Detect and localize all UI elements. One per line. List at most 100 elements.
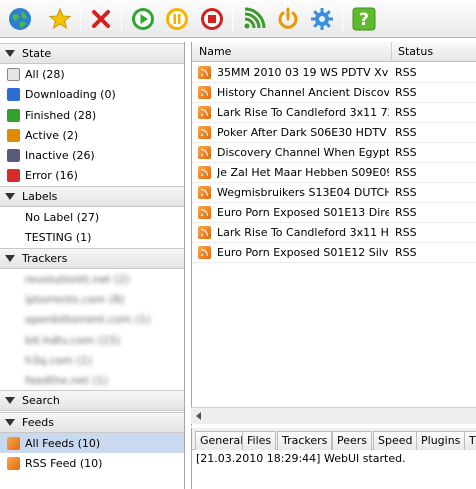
tab-files[interactable]: Files: [242, 431, 277, 450]
pause-button[interactable]: [163, 5, 191, 33]
globe-icon: [9, 8, 31, 30]
start-button[interactable]: [129, 5, 157, 33]
table-row[interactable]: Euro Porn Exposed S01E13 Director RSS: [192, 203, 476, 223]
rss-icon: [198, 106, 211, 119]
item-status: RSS: [395, 86, 417, 99]
remove-button[interactable]: [87, 5, 115, 33]
label-item-testing[interactable]: TESTING (1): [0, 227, 184, 247]
table-row[interactable]: Lark Rise To Candleford 3x11 HDTV RSS: [192, 223, 476, 243]
item-status: RSS: [395, 146, 417, 159]
table-row[interactable]: Discovery Channel When Egyptians RSS: [192, 143, 476, 163]
horizontal-scrollbar[interactable]: [191, 407, 476, 424]
trackers-header[interactable]: Trackers: [0, 248, 184, 269]
rss-icon: [198, 146, 211, 159]
item-name: Lark Rise To Candleford 3x11 720p: [217, 106, 389, 119]
table-row[interactable]: Je Zal Het Maar Hebben S09E09 DU RSS: [192, 163, 476, 183]
settings-button[interactable]: [308, 5, 336, 33]
add-torrent-button[interactable]: [46, 5, 74, 33]
collapse-triangle-icon: [5, 50, 15, 57]
table-row[interactable]: 35MM 2010 03 19 WS PDTV XviD-aAF RSS: [192, 63, 476, 83]
add-torrent-url-button[interactable]: [6, 5, 34, 33]
table-row[interactable]: Wegmisbruikers S13E04 DUTCH WS RSS: [192, 183, 476, 203]
rss-icon: [198, 126, 211, 139]
active-icon: [7, 128, 20, 142]
list-header: Name Status: [192, 42, 476, 62]
tab-peers[interactable]: Peers: [332, 431, 373, 450]
item-name: Je Zal Het Maar Hebben S09E09 DU: [217, 166, 389, 179]
error-icon: [7, 168, 20, 182]
rss-icon: [198, 226, 211, 239]
toolbar: ?: [0, 0, 476, 38]
labels-header[interactable]: Labels: [0, 186, 184, 207]
pause-icon: [166, 8, 188, 30]
tracker-item[interactable]: openbittorrent.com (1): [0, 309, 184, 329]
state-item-finished[interactable]: Finished (28): [0, 105, 184, 125]
tab-general[interactable]: General: [195, 431, 249, 450]
gear-icon: [311, 8, 333, 30]
rss-icon: [198, 66, 211, 79]
table-row[interactable]: History Channel Ancient Discoveries RSS: [192, 83, 476, 103]
state-header[interactable]: State: [0, 43, 184, 64]
tab-trackers[interactable]: Trackers: [277, 431, 333, 450]
item-status: RSS: [395, 226, 417, 239]
item-status: RSS: [395, 186, 417, 199]
tab-more[interactable]: T: [464, 431, 476, 450]
feeds-header[interactable]: Feeds: [0, 412, 184, 433]
item-name: History Channel Ancient Discoveries: [217, 86, 389, 99]
item-status: RSS: [395, 166, 417, 179]
stop-button[interactable]: [198, 5, 226, 33]
rss-feed-icon: [7, 456, 20, 470]
item-status: RSS: [395, 66, 417, 79]
table-row[interactable]: Poker After Dark S06E30 HDTV XVID RSS: [192, 123, 476, 143]
shutdown-button[interactable]: [274, 5, 302, 33]
rss-icon: [198, 186, 211, 199]
state-title: State: [22, 47, 52, 60]
state-item-inactive[interactable]: Inactive (26): [0, 145, 184, 165]
tracker-item[interactable]: revolutiontt.net (2): [0, 269, 184, 289]
item-status: RSS: [395, 246, 417, 259]
item-status: RSS: [395, 106, 417, 119]
rss-icon: [244, 7, 266, 29]
item-name: 35MM 2010 03 19 WS PDTV XviD-aAF: [217, 66, 389, 79]
collapse-triangle-icon: [5, 397, 15, 404]
table-row[interactable]: Lark Rise To Candleford 3x11 720p RSS: [192, 103, 476, 123]
state-item-all[interactable]: All (28): [0, 64, 184, 84]
log-message: [21.03.2010 18:29:44] WebUI started.: [196, 452, 406, 465]
rss-downloader-button[interactable]: [240, 5, 268, 33]
all-icon: [7, 67, 20, 81]
item-status: RSS: [395, 126, 417, 139]
label-item-no-label[interactable]: No Label (27): [0, 207, 184, 227]
state-item-error[interactable]: Error (16): [0, 165, 184, 185]
category-sidebar: State All (28) Downloading (0) Finished …: [0, 42, 185, 489]
item-name: Lark Rise To Candleford 3x11 HDTV: [217, 226, 389, 239]
help-icon: ?: [352, 7, 376, 31]
star-icon: [48, 7, 72, 30]
details-tabbar: General Files Trackers Peers Speed Plugi…: [192, 428, 476, 450]
rss-icon: [198, 86, 211, 99]
tracker-item[interactable]: h3q.com (1): [0, 350, 184, 370]
scroll-left-arrow-icon[interactable]: [196, 412, 201, 420]
tab-speed[interactable]: Speed: [373, 431, 418, 450]
column-name-header[interactable]: Name: [199, 45, 231, 58]
help-button[interactable]: ?: [350, 5, 378, 33]
state-item-active[interactable]: Active (2): [0, 125, 184, 145]
tab-plugins[interactable]: Plugins: [416, 431, 466, 450]
rss-icon: [198, 246, 211, 259]
search-header[interactable]: Search: [0, 390, 184, 411]
rss-icon: [198, 206, 211, 219]
feed-item-all-feeds[interactable]: All Feeds (10): [0, 433, 184, 453]
play-icon: [132, 8, 154, 30]
svg-text:?: ?: [359, 10, 369, 30]
details-pane: General Files Trackers Peers Speed Plugi…: [191, 428, 476, 489]
power-icon: [278, 7, 298, 29]
stop-icon: [201, 8, 223, 30]
column-status-header[interactable]: Status: [398, 45, 433, 58]
tracker-item[interactable]: feedthe.net (1): [0, 370, 184, 390]
tracker-item[interactable]: iptorrents.com (8): [0, 289, 184, 309]
state-item-downloading[interactable]: Downloading (0): [0, 84, 184, 104]
table-row[interactable]: Euro Porn Exposed S01E12 Silvia Sa RSS: [192, 243, 476, 263]
inactive-icon: [7, 148, 20, 162]
feed-item-rss-feed[interactable]: RSS Feed (10): [0, 453, 184, 473]
rss-feed-icon: [7, 436, 20, 450]
tracker-item[interactable]: bit-hdtv.com (15): [0, 330, 184, 350]
